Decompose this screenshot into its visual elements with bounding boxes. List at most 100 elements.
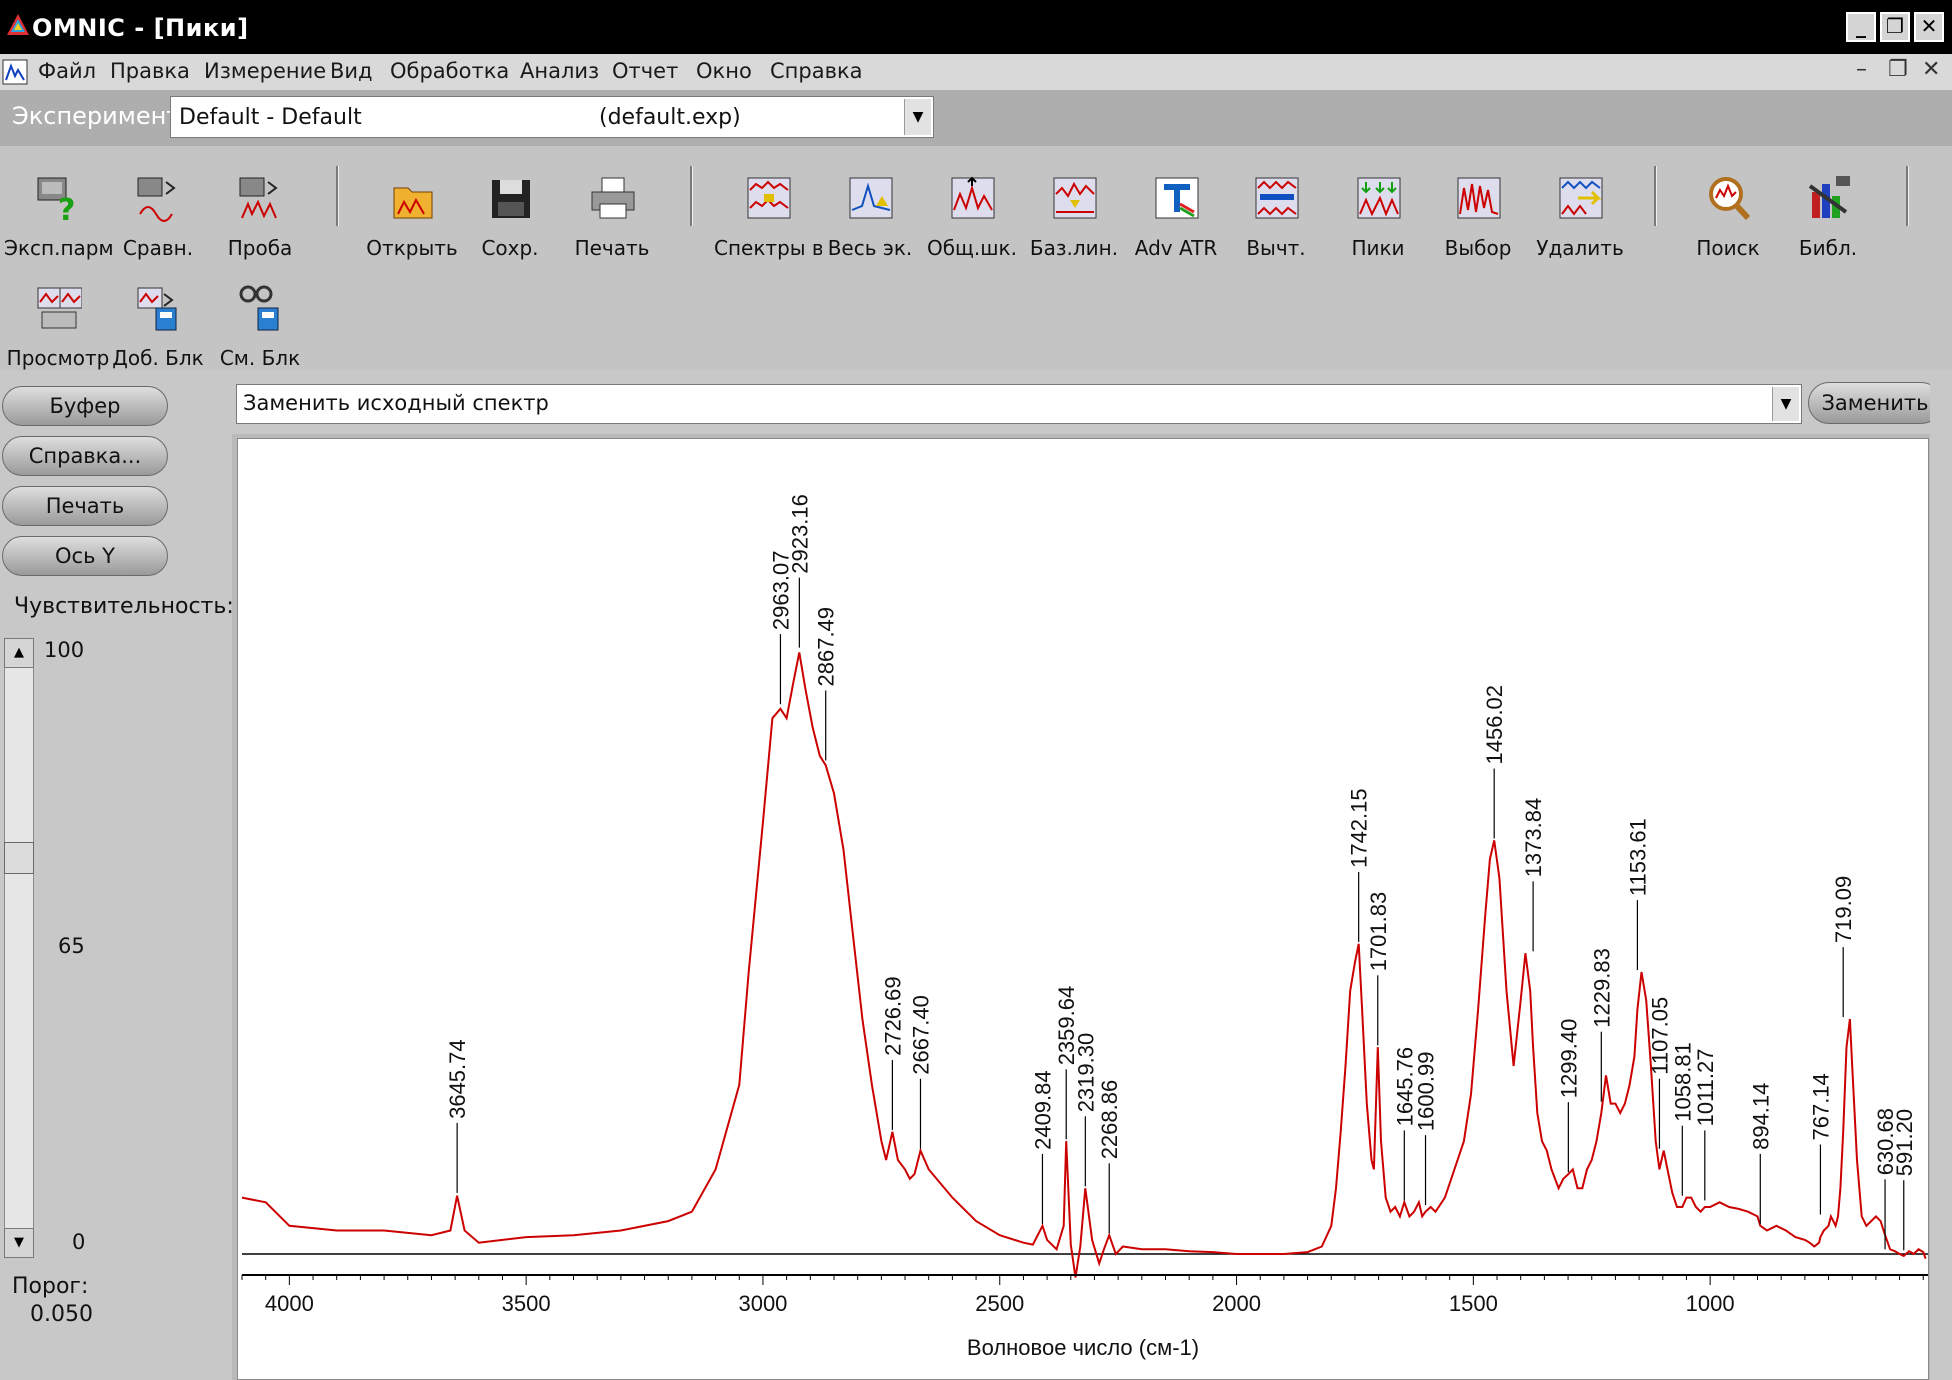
menu-measure[interactable]: Измерение xyxy=(204,59,326,83)
mdi-close-button[interactable]: ✕ xyxy=(1922,57,1940,82)
spectrum-chart[interactable]: 3645.742963.072923.162867.492726.69 2667.… xyxy=(238,439,1928,1379)
peak-label-3: 2867.49 xyxy=(814,607,839,687)
peaks-button[interactable]: Пики xyxy=(1328,158,1428,260)
mdi-minimize-button[interactable]: – xyxy=(1856,57,1867,82)
library-icon xyxy=(1808,176,1850,218)
restore-button[interactable]: ❐ xyxy=(1880,12,1910,42)
x-tick-label: 3500 xyxy=(502,1291,551,1316)
menu-process[interactable]: Обработка xyxy=(390,59,509,83)
preview-button[interactable]: Просмотр xyxy=(7,268,109,370)
experiment-file: (default.exp) xyxy=(599,105,741,130)
x-tick-label: 3000 xyxy=(738,1291,787,1316)
close-button[interactable]: ✕ xyxy=(1914,12,1944,42)
view-block-icon xyxy=(239,285,279,331)
toolbar-separator xyxy=(336,166,339,226)
folder-icon xyxy=(393,187,433,219)
chevron-down-icon[interactable]: ▼ xyxy=(904,99,931,135)
minimize-button[interactable]: _ xyxy=(1846,12,1876,42)
slider-up-button[interactable]: ▲ xyxy=(4,638,34,668)
mdi-restore-button[interactable]: ❐ xyxy=(1888,57,1908,82)
view-block-button[interactable]: См. Блк xyxy=(210,268,310,370)
toolbar-separator xyxy=(1654,166,1657,226)
peak-label-23: 767.14 xyxy=(1808,1073,1833,1140)
select-button[interactable]: Выбор xyxy=(1428,158,1528,260)
chevron-down-icon[interactable]: ▼ xyxy=(1772,387,1799,421)
compare-label: Сравн. xyxy=(122,236,194,260)
toolbar-separator xyxy=(690,166,693,226)
slider-down-button[interactable]: ▼ xyxy=(4,1228,34,1258)
view-block-label: См. Блк xyxy=(219,346,301,370)
spectrum-plot[interactable]: 3645.74 2963.07 2923.16 2867.49 2726.69 2667.… xyxy=(237,438,1929,1380)
delete-label: Удалить xyxy=(1536,236,1624,260)
replace-button[interactable]: Заменить xyxy=(1808,382,1942,424)
search-button[interactable]: Поиск xyxy=(1678,158,1778,260)
common-scale-label: Общ.шк. xyxy=(926,236,1017,260)
exp-params-button[interactable]: ? Эксп.парм xyxy=(4,158,112,260)
menu-window[interactable]: Окно xyxy=(696,59,752,83)
help-button[interactable]: Справка... xyxy=(2,436,168,476)
sample-button[interactable]: Проба xyxy=(210,158,310,260)
replace-option-value: Заменить исходный спектр xyxy=(243,391,549,415)
menu-report[interactable]: Отчет xyxy=(612,59,678,83)
add-block-button[interactable]: Доб. Блк xyxy=(108,268,208,370)
peak-label-13: 1600.99 xyxy=(1414,1052,1439,1132)
compare-button[interactable]: Сравн. xyxy=(108,158,208,260)
peak-label-22: 894.14 xyxy=(1748,1083,1773,1150)
baseline-button[interactable]: Баз.лин. xyxy=(1024,158,1124,260)
peak-label-5: 2667.40 xyxy=(909,995,934,1075)
sensitivity-tick-100: 100 xyxy=(44,638,85,662)
sensitivity-slider[interactable] xyxy=(4,638,34,1258)
sensitivity-slider-thumb[interactable] xyxy=(4,842,34,874)
subtract-button[interactable]: Вычт. xyxy=(1226,158,1326,260)
peak-label-17: 1229.83 xyxy=(1589,948,1614,1028)
buffer-button[interactable]: Буфер xyxy=(2,386,168,426)
exp-params-icon: ? xyxy=(37,177,75,224)
menu-help[interactable]: Справка xyxy=(770,59,863,83)
stack-spectra-label: Спектры в xyxy=(714,236,822,260)
open-label: Открыть xyxy=(366,236,458,260)
library-button[interactable]: Библ. xyxy=(1778,158,1878,260)
experiment-bar: Эксперимент Default - Default (default.e… xyxy=(0,90,1952,146)
menu-file[interactable]: Файл xyxy=(38,59,96,83)
sensitivity-tick-0: 0 xyxy=(72,1230,86,1254)
print-panel-button[interactable]: Печать xyxy=(2,486,168,526)
toolbar: ? Эксп.парм Сравн. Проба Открыть Сохр. П… xyxy=(0,146,1952,370)
experiment-select[interactable]: Default - Default (default.exp) ▼ xyxy=(170,96,934,138)
sample-icon xyxy=(239,177,278,219)
peak-label-14: 1456.02 xyxy=(1482,685,1507,765)
spectrum-series-line xyxy=(241,652,1927,1278)
preview-label: Просмотр xyxy=(6,346,110,370)
peak-label-19: 1107.05 xyxy=(1647,997,1672,1075)
common-scale-button[interactable]: Общ.шк. xyxy=(922,158,1022,260)
save-button[interactable]: Сохр. xyxy=(460,158,560,260)
open-button[interactable]: Открыть xyxy=(362,158,462,260)
stack-spectra-button[interactable]: Спектры в xyxy=(714,158,822,260)
peak-label-11: 1701.83 xyxy=(1366,892,1391,972)
peak-label-16: 1299.40 xyxy=(1556,1019,1581,1099)
peak-label-24: 719.09 xyxy=(1831,876,1856,943)
peak-label-18: 1153.61 xyxy=(1625,818,1650,896)
y-axis-button[interactable]: Ось Y xyxy=(2,536,168,576)
adv-atr-button[interactable]: Adv ATR xyxy=(1126,158,1226,260)
peak-label-9: 2268.86 xyxy=(1097,1080,1122,1160)
x-tick-label: 1000 xyxy=(1686,1291,1735,1316)
left-panel: Буфер Справка... Печать Ось Y Чувствител… xyxy=(0,370,234,1380)
select-label: Выбор xyxy=(1444,236,1512,260)
adv-atr-label: Adv ATR xyxy=(1134,236,1218,260)
threshold-label: Порог: xyxy=(12,1274,89,1299)
search-label: Поиск xyxy=(1696,236,1760,260)
x-axis-label: Волновое число (см-1) xyxy=(967,1335,1199,1360)
print-label: Печать xyxy=(574,236,650,260)
floppy-disk-icon xyxy=(492,180,530,218)
peak-label-4: 2726.69 xyxy=(880,976,905,1056)
replace-option-select[interactable]: Заменить исходный спектр ▼ xyxy=(236,384,1802,424)
print-button[interactable]: Печать xyxy=(562,158,662,260)
menu-view[interactable]: Вид xyxy=(330,59,373,83)
peak-label-20: 1058.81 xyxy=(1670,1042,1695,1122)
full-scale-button[interactable]: Весь эк. xyxy=(820,158,920,260)
document-icon[interactable] xyxy=(2,58,28,86)
delete-button[interactable]: Удалить xyxy=(1530,158,1630,260)
menu-edit[interactable]: Правка xyxy=(110,59,190,83)
threshold-value: 0.050 xyxy=(30,1302,93,1327)
menu-analyze[interactable]: Анализ xyxy=(520,59,599,83)
